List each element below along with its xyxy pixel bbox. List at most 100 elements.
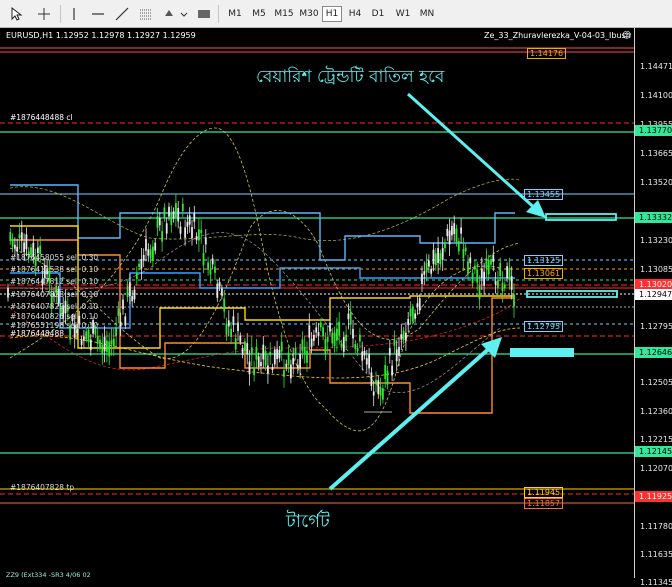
candle-body xyxy=(405,332,407,341)
candle-body xyxy=(271,366,274,371)
candle-body xyxy=(99,339,101,348)
annotation-overlays xyxy=(328,92,618,491)
candle-body xyxy=(287,352,290,365)
candle-body xyxy=(464,247,467,252)
candle-body xyxy=(365,358,368,365)
timeframe-m1[interactable]: M1 xyxy=(224,6,246,22)
candle-body xyxy=(156,216,159,228)
candle-body xyxy=(340,343,343,347)
candle-body xyxy=(170,213,173,226)
candle-body xyxy=(239,335,242,342)
candle-body xyxy=(232,316,235,326)
candle-body xyxy=(345,334,347,342)
timeframe-m15[interactable]: M15 xyxy=(272,6,296,22)
candle-body xyxy=(76,329,78,334)
candle-body xyxy=(441,248,444,260)
candle-body xyxy=(299,353,301,369)
candle-body xyxy=(303,346,306,354)
candle-body xyxy=(7,287,9,298)
candle-body xyxy=(375,379,377,385)
candle-body xyxy=(230,328,232,338)
candle-body xyxy=(186,221,189,227)
crosshair-icon[interactable] xyxy=(34,4,54,24)
candle-body xyxy=(191,227,193,239)
order-label: #1876407829 sell 0.10 xyxy=(10,302,99,311)
candle-body xyxy=(492,254,495,262)
candle-body xyxy=(393,339,396,346)
candle-body xyxy=(428,260,430,267)
timeframe-d1[interactable]: D1 xyxy=(368,6,388,22)
candle-body xyxy=(416,303,419,307)
channel-icon[interactable] xyxy=(136,4,156,24)
price-axis[interactable]: 1.14471 1.14100 1.13955 1.13665 1.13520 … xyxy=(634,28,672,587)
candle-body xyxy=(503,284,506,289)
toolbar: M1 M5 M15 M30 H1 H4 D1 W1 MN xyxy=(0,0,672,28)
candle-body xyxy=(494,281,497,285)
candle-body xyxy=(499,262,502,276)
candle-body xyxy=(20,232,23,241)
timeframe-mn[interactable]: MN xyxy=(416,6,438,22)
candle-body xyxy=(391,365,393,376)
candle-body xyxy=(490,259,492,265)
candle-body xyxy=(510,276,513,290)
candle-body xyxy=(400,334,403,340)
candle-body xyxy=(487,259,490,275)
horizontal-line-icon[interactable] xyxy=(88,4,108,24)
candle-body xyxy=(313,334,315,341)
candle-body xyxy=(471,273,474,284)
candle-body xyxy=(237,322,239,331)
candle-body xyxy=(133,289,136,300)
candle-body xyxy=(467,261,469,275)
candle-body xyxy=(352,328,354,339)
candle-body xyxy=(227,320,230,327)
candle-body xyxy=(292,357,295,365)
candle-body xyxy=(363,350,366,356)
candle-body xyxy=(310,338,313,347)
candle-body xyxy=(432,249,435,265)
candle-body xyxy=(16,246,19,252)
candle-body xyxy=(421,273,423,285)
price-highlight: 1.12145 xyxy=(635,446,672,457)
timeframe-w1[interactable]: W1 xyxy=(392,6,414,22)
candle-body xyxy=(255,347,258,360)
candle-body xyxy=(483,271,485,286)
candle-body xyxy=(434,253,437,266)
trendline-icon[interactable] xyxy=(112,4,132,24)
candle-body xyxy=(225,323,228,335)
candle-body xyxy=(457,241,460,252)
candle-body xyxy=(110,340,113,345)
timeframe-m30[interactable]: M30 xyxy=(297,6,321,22)
candle-body xyxy=(244,341,246,351)
candle-body xyxy=(453,223,456,235)
candle-body xyxy=(204,237,207,245)
cursor-arrow-icon[interactable] xyxy=(6,4,26,24)
candle-body xyxy=(497,280,499,288)
candle-body xyxy=(409,308,412,317)
candle-body xyxy=(172,211,175,219)
candle-body xyxy=(152,246,154,261)
timeframe-h1[interactable]: H1 xyxy=(322,6,342,22)
timeframe-h4[interactable]: H4 xyxy=(345,6,365,22)
chart-type-icon[interactable] xyxy=(194,4,214,24)
level-box: 1.11945 xyxy=(524,487,564,498)
candle-body xyxy=(485,258,488,269)
indicator-band xyxy=(9,178,521,241)
candle-body xyxy=(359,334,361,342)
timeframe-m5[interactable]: M5 xyxy=(248,6,270,22)
candle-body xyxy=(439,253,442,265)
candle-body xyxy=(368,354,370,369)
candle-body xyxy=(437,248,439,263)
text-shapes-icon[interactable] xyxy=(162,4,190,24)
toolbar-separator xyxy=(218,5,219,23)
candle-body xyxy=(446,228,449,237)
candle-body xyxy=(250,347,253,355)
candle-body xyxy=(469,257,472,264)
level-box: 1.13455 xyxy=(524,189,564,200)
order-label: #1876440826 sell 0.10 xyxy=(10,312,99,321)
order-label: #1876458055 sell 0.30 xyxy=(10,253,99,262)
candle-body xyxy=(117,308,120,316)
candle-body xyxy=(308,325,311,338)
candle-body xyxy=(283,370,285,377)
candle-body xyxy=(260,362,262,367)
vertical-line-icon[interactable] xyxy=(64,4,84,24)
